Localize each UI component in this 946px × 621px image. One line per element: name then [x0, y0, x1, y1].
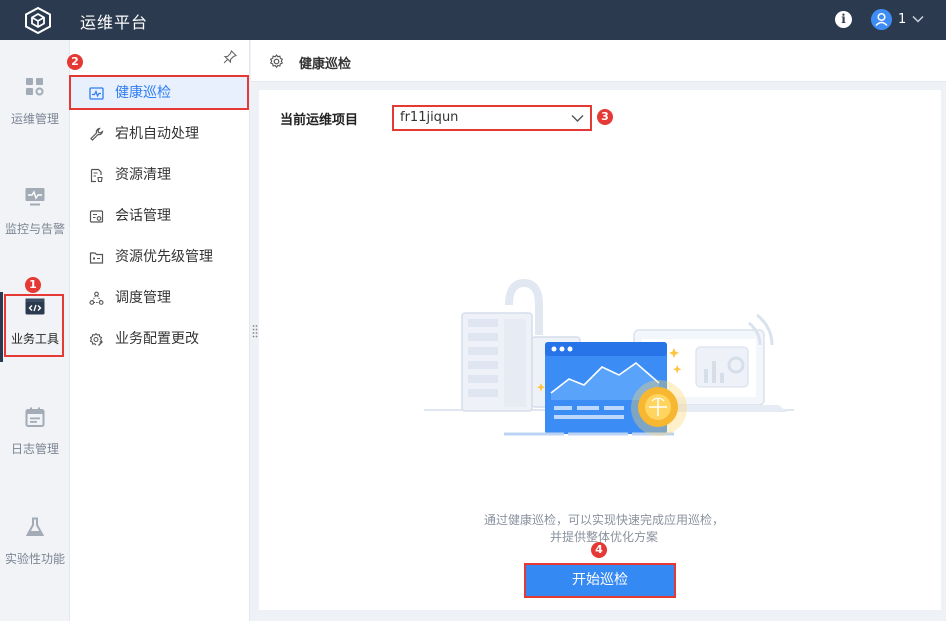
- gear-icon: [269, 54, 284, 69]
- chevron-down-icon[interactable]: [912, 14, 924, 24]
- grid-settings-icon: [26, 78, 44, 96]
- submenu-item-label: 会话管理: [115, 208, 171, 224]
- page-title: 健康巡检: [299, 57, 352, 72]
- submenu-panel: 健康巡检 宕机自动处理 资源清理 会话管理 资源优先级管理 调度管理 业务配置更…: [70, 40, 250, 621]
- annotation-box-health-check: [69, 75, 249, 110]
- annotation-badge-3: 3: [597, 109, 613, 125]
- gear-edit-icon: [89, 333, 103, 346]
- rail-item-label: 日志管理: [10, 442, 59, 456]
- rail-item-logs[interactable]: 日志管理: [0, 406, 70, 457]
- session-icon: [89, 210, 104, 223]
- annotation-badge-2: 2: [67, 54, 83, 70]
- submenu-item-session[interactable]: 会话管理: [70, 200, 250, 232]
- page-header: 健康巡检: [251, 40, 946, 82]
- start-health-check-button[interactable]: 开始巡检: [524, 563, 676, 598]
- document-clean-icon: [90, 168, 103, 183]
- project-label: 当前运维项目: [280, 113, 359, 128]
- health-check-illustration: [424, 278, 794, 436]
- rail-item-experimental[interactable]: 实验性功能: [0, 516, 70, 567]
- submenu-item-label: 业务配置更改: [115, 331, 199, 347]
- health-check-description: 通过健康巡检，可以实现快速完成应用巡检，并提供整体优化方案: [484, 513, 725, 544]
- main-panel: 当前运维项目 fr11jiqun 通过健康巡检，可以实现快速完成应用巡检，并提供…: [259, 90, 941, 610]
- calendar-log-icon: [25, 407, 45, 427]
- cube-logo-icon: [25, 6, 51, 34]
- rail-item-label: 实验性功能: [4, 552, 65, 566]
- user-name[interactable]: 1: [898, 12, 906, 27]
- project-select-value: fr11jiqun: [400, 110, 459, 125]
- submenu-item-label: 资源优先级管理: [115, 249, 213, 265]
- rail-item-monitor[interactable]: 监控与告警: [0, 186, 70, 237]
- submenu-item-label: 宕机自动处理: [115, 126, 199, 142]
- annotation-box-tools: [4, 294, 64, 357]
- resize-handle-icon[interactable]: [252, 324, 258, 338]
- project-select[interactable]: fr11jiqun: [392, 105, 592, 131]
- monitor-icon: [25, 188, 45, 206]
- rail-item-label: 监控与告警: [4, 222, 65, 236]
- flask-icon: [25, 517, 45, 536]
- top-bar: 运维平台 i 1: [0, 0, 946, 40]
- info-icon[interactable]: i: [835, 11, 852, 28]
- wrench-icon: [90, 127, 104, 141]
- app-title: 运维平台: [80, 13, 149, 32]
- submenu-item-scheduling[interactable]: 调度管理: [70, 282, 250, 314]
- submenu-item-label: 调度管理: [115, 290, 171, 306]
- submenu-item-label: 资源清理: [115, 167, 171, 183]
- folder-priority-icon: [89, 252, 104, 264]
- rail-item-label: 运维管理: [10, 112, 59, 126]
- pin-icon[interactable]: [223, 50, 237, 64]
- submenu-item-auto-recovery[interactable]: 宕机自动处理: [70, 118, 250, 150]
- annotation-badge-1: 1: [25, 277, 41, 293]
- chevron-down-icon[interactable]: [571, 114, 584, 123]
- annotation-badge-4: 4: [591, 542, 607, 558]
- rail-item-ops[interactable]: 运维管理: [0, 76, 70, 127]
- user-avatar-icon[interactable]: [871, 9, 892, 30]
- submenu-item-config-change[interactable]: 业务配置更改: [70, 323, 250, 355]
- submenu-item-resource-cleanup[interactable]: 资源清理: [70, 159, 250, 191]
- nodes-icon: [89, 291, 104, 305]
- submenu-item-priority[interactable]: 资源优先级管理: [70, 241, 250, 273]
